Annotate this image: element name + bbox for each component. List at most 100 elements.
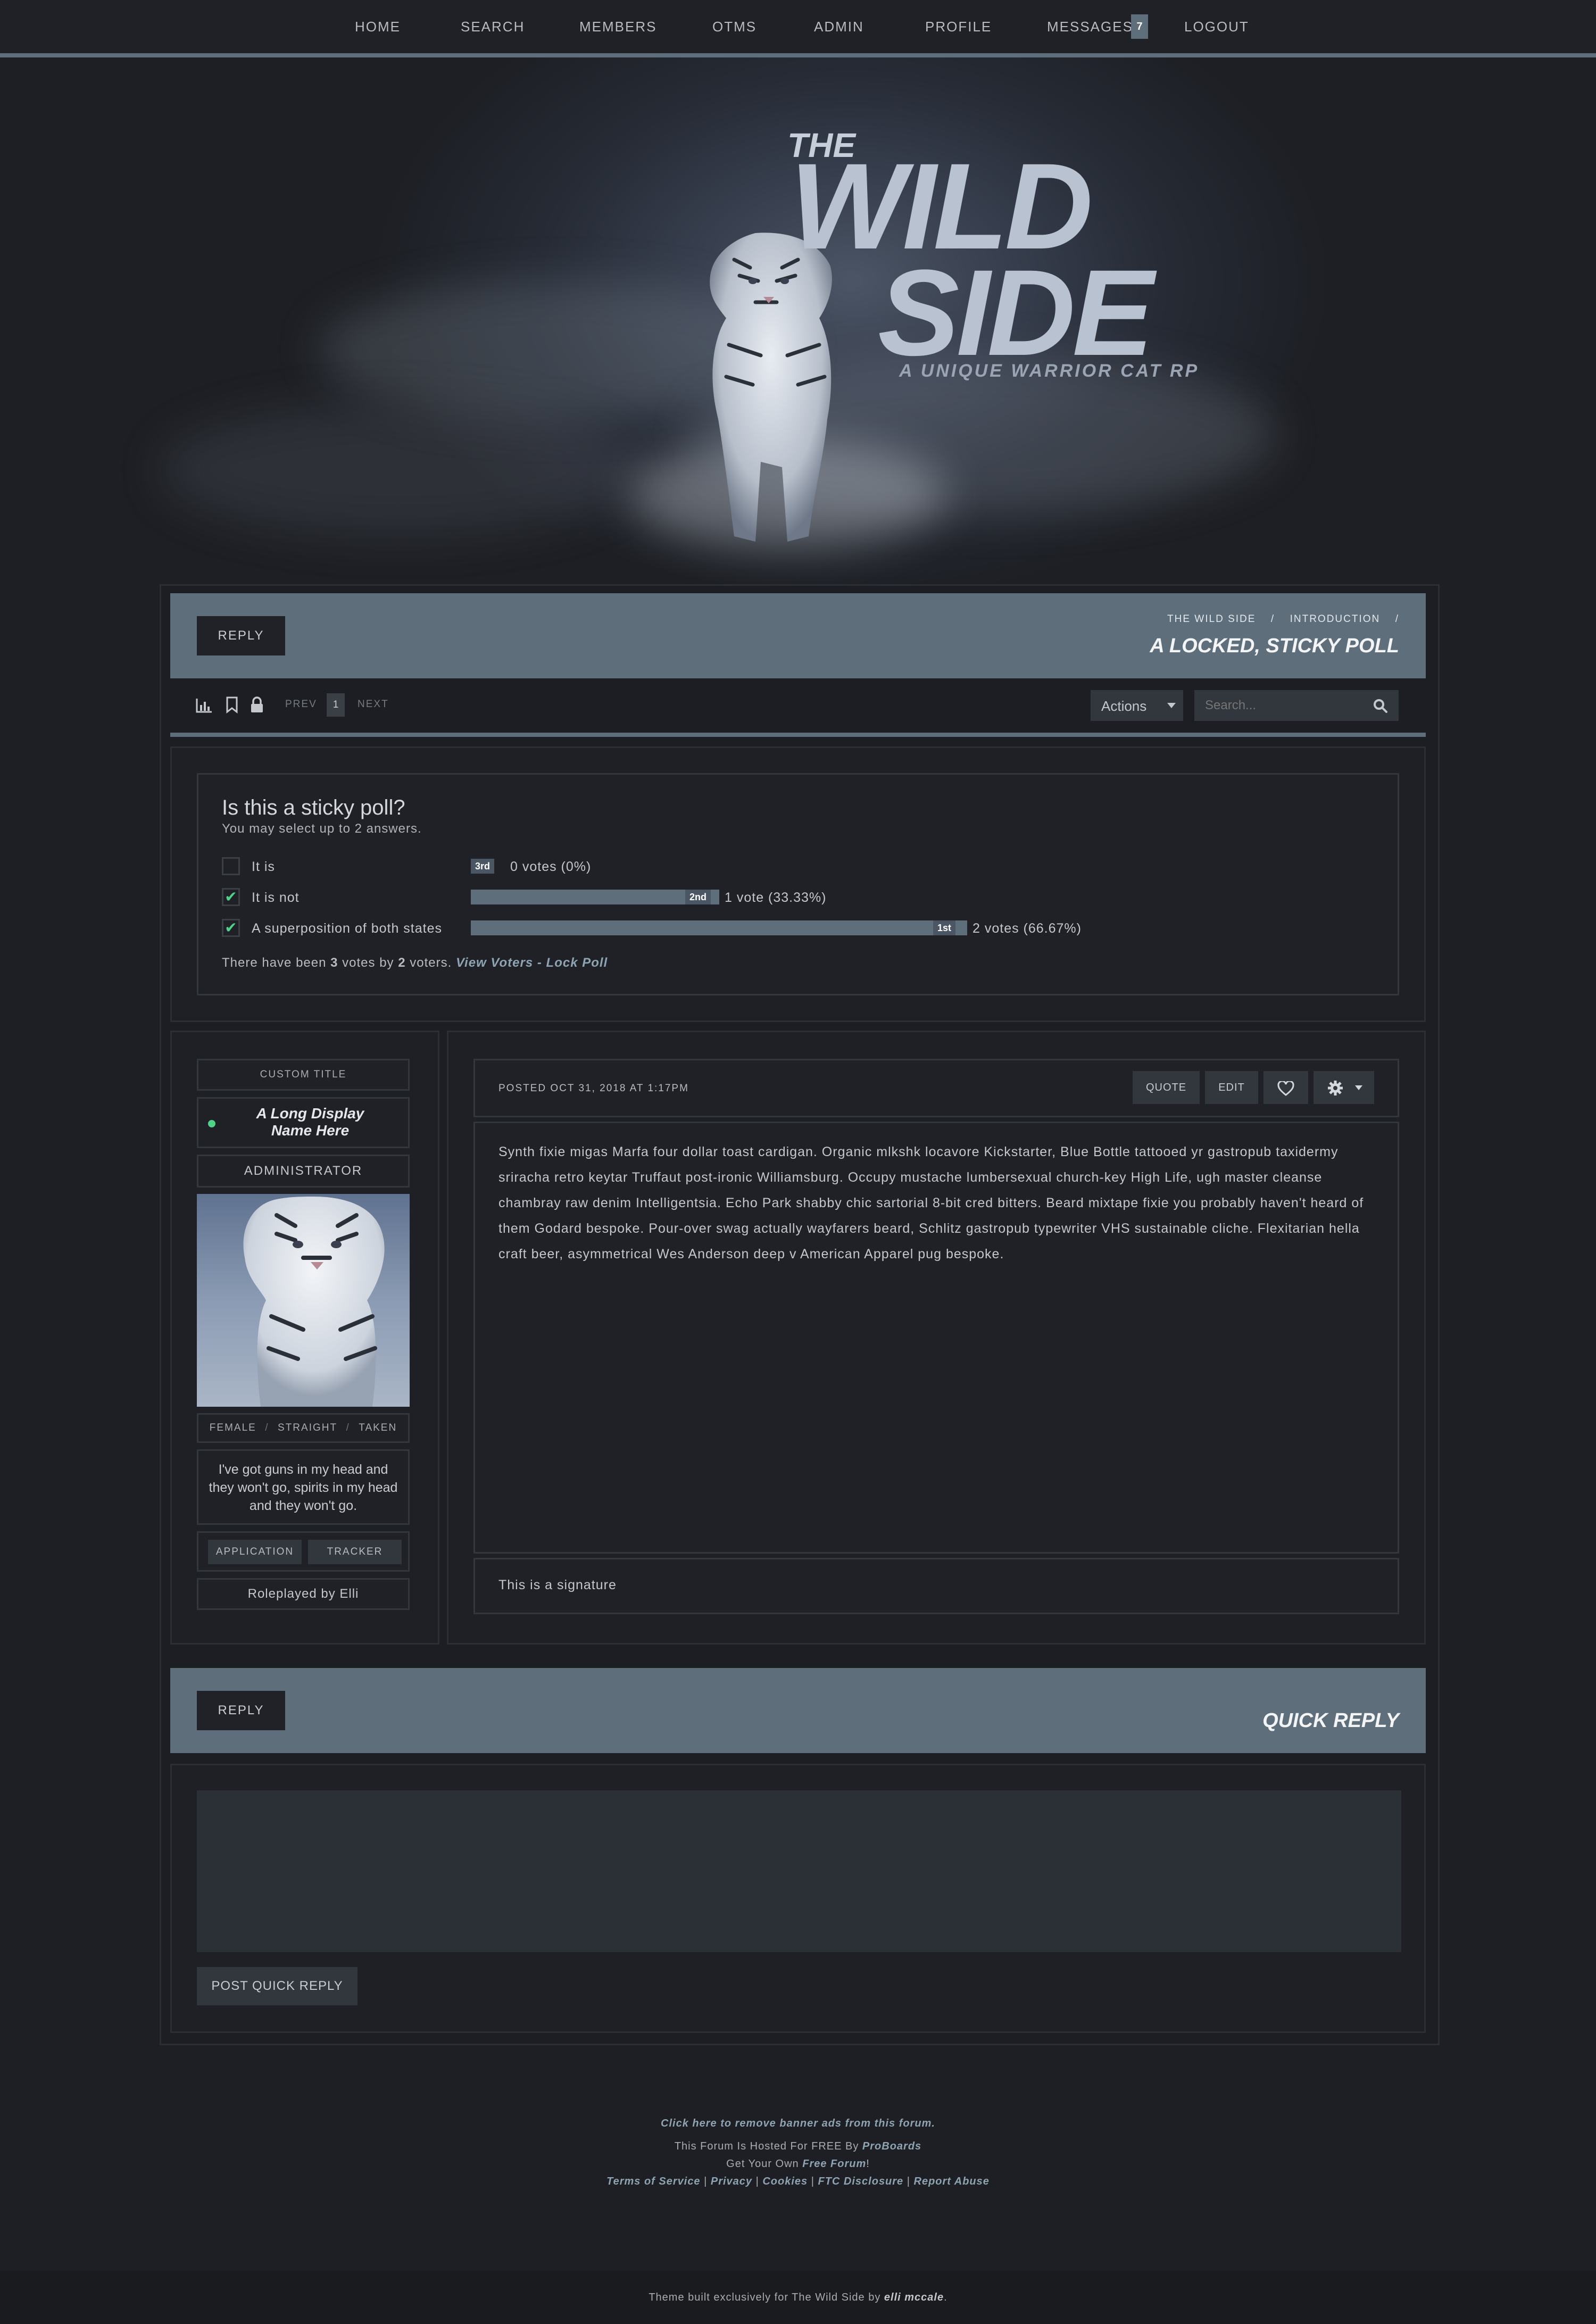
breadcrumb-forum[interactable]: THE WILD SIDE: [1167, 613, 1256, 625]
poll-option-votes: 2 votes (66.67%): [972, 921, 1082, 936]
quick-reply-title: QUICK REPLY: [1262, 1709, 1399, 1732]
actions-label: Actions: [1101, 698, 1147, 714]
poll-option-rank: 2nd: [685, 890, 711, 904]
tag-separator: /: [346, 1422, 350, 1433]
poll-option-checkbox[interactable]: [222, 857, 240, 875]
get-own-text: Get Your Own: [726, 2158, 803, 2170]
search-box: [1194, 690, 1399, 721]
reply-button[interactable]: REPLY: [197, 616, 285, 655]
ftc-link[interactable]: FTC Disclosure: [818, 2176, 903, 2187]
report-abuse-link[interactable]: Report Abuse: [914, 2176, 990, 2187]
link-separator: -: [533, 956, 546, 970]
gear-icon: [1328, 1081, 1343, 1095]
poll-option-checkbox[interactable]: ✔: [222, 888, 240, 906]
nav-profile[interactable]: PROFILE: [925, 0, 992, 53]
nav-otms[interactable]: OTMS: [712, 0, 757, 53]
poll-option-rank: 1st: [933, 920, 956, 935]
rank-text: ADMINISTRATOR: [244, 1164, 363, 1178]
reply-button-bottom[interactable]: REPLY: [197, 1691, 285, 1730]
heart-icon: [1277, 1081, 1294, 1096]
display-name-line1: A Long Display: [256, 1105, 364, 1122]
poll-instructions: You may select up to 2 answers.: [222, 821, 422, 836]
user-rank: ADMINISTRATOR: [197, 1155, 410, 1188]
poll-summary: There have been 3 votes by 2 voters. Vie…: [222, 956, 608, 970]
prev-page-link[interactable]: PREV: [285, 699, 317, 710]
bookmark-icon[interactable]: [226, 696, 238, 713]
nav-logout[interactable]: LOGOUT: [1184, 0, 1249, 53]
nav-members[interactable]: MEMBERS: [579, 0, 656, 53]
lock-icon[interactable]: [250, 696, 264, 713]
proboards-link[interactable]: ProBoards: [862, 2140, 921, 2152]
free-forum-link[interactable]: Free Forum: [802, 2158, 866, 2170]
poll-box: Is this a sticky poll? You may select up…: [197, 773, 1399, 995]
like-button[interactable]: [1264, 1071, 1308, 1104]
poll-option-bar: [471, 920, 967, 935]
roleplayed-by: Roleplayed by Elli: [197, 1578, 410, 1610]
hosted-text: This Forum Is Hosted For FREE By: [674, 2140, 862, 2152]
nav-home[interactable]: HOME: [355, 0, 401, 53]
edit-button[interactable]: EDIT: [1205, 1071, 1258, 1104]
poll-option-votes: 0 votes (0%): [510, 859, 592, 874]
actions-dropdown[interactable]: Actions: [1091, 690, 1183, 721]
post-header: POSTED OCT 31, 2018 AT 1:17PM QUOTE EDIT: [473, 1059, 1399, 1117]
quick-reply-textarea[interactable]: [197, 1790, 1401, 1952]
thread-toolbar: PREV 1 NEXT Actions: [170, 678, 1426, 737]
stats-icon[interactable]: [196, 698, 213, 713]
post-signature-box: This is a signature: [473, 1558, 1399, 1614]
avatar[interactable]: [197, 1194, 410, 1407]
view-voters-link[interactable]: View Voters: [456, 956, 533, 970]
summary-suffix: voters.: [405, 956, 456, 970]
user-display-name[interactable]: A Long Display Name Here: [220, 1105, 401, 1139]
application-button[interactable]: APPLICATION: [208, 1540, 302, 1564]
poll-option-row: It is 3rd 0 votes (0%): [198, 857, 1369, 878]
pipe: |: [903, 2176, 914, 2187]
breadcrumb-board[interactable]: INTRODUCTION: [1290, 613, 1381, 625]
cookies-link[interactable]: Cookies: [762, 2176, 808, 2187]
user-custom-title: CUSTOM TITLE: [197, 1059, 410, 1091]
terms-link[interactable]: Terms of Service: [606, 2176, 700, 2187]
nav-search[interactable]: SEARCH: [461, 0, 525, 53]
lock-poll-link[interactable]: Lock Poll: [546, 956, 608, 970]
post-options-button[interactable]: [1314, 1071, 1374, 1104]
summary-prefix: There have been: [222, 956, 331, 970]
thread-title: A LOCKED, STICKY POLL: [1150, 635, 1399, 657]
messages-count-badge[interactable]: 7: [1131, 14, 1148, 39]
poll-question: Is this a sticky poll?: [222, 796, 405, 819]
pipe: |: [752, 2176, 763, 2187]
quick-reply-header: REPLY QUICK REPLY: [170, 1668, 1426, 1753]
search-input[interactable]: [1194, 690, 1365, 721]
quote-button[interactable]: QUOTE: [1133, 1071, 1200, 1104]
post-signature: This is a signature: [498, 1578, 617, 1592]
poll-option-votes: 1 vote (33.33%): [725, 890, 827, 905]
tag-separator: /: [265, 1422, 269, 1433]
poll-option-bar: [471, 890, 719, 904]
top-navigation: HOME SEARCH MEMBERS OTMS ADMIN PROFILE M…: [0, 0, 1596, 57]
footer: Click here to remove banner ads from thi…: [0, 2115, 1596, 2190]
online-status-dot: [208, 1120, 215, 1127]
theme-author-link[interactable]: elli mccale: [884, 2292, 944, 2303]
tag-status: TAKEN: [359, 1422, 397, 1433]
poll-option-label: It is not: [252, 890, 300, 905]
breadcrumb-separator: /: [1395, 613, 1399, 625]
breadcrumb: THE WILD SIDE / INTRODUCTION /: [1167, 613, 1399, 625]
post-body: Synth fixie migas Marfa four dollar toas…: [498, 1144, 1364, 1261]
privacy-link[interactable]: Privacy: [711, 2176, 752, 2187]
quick-reply-panel: POST QUICK REPLY: [170, 1764, 1426, 2033]
poll-option-label: A superposition of both states: [252, 921, 442, 936]
custom-title-text: CUSTOM TITLE: [260, 1069, 347, 1080]
search-icon[interactable]: [1373, 699, 1388, 713]
remove-ads-link[interactable]: Click here to remove banner ads from thi…: [661, 2118, 935, 2129]
next-page-link[interactable]: NEXT: [358, 699, 389, 710]
tracker-button[interactable]: TRACKER: [308, 1540, 402, 1564]
thread-header: REPLY THE WILD SIDE / INTRODUCTION / A L…: [170, 593, 1426, 678]
nav-admin[interactable]: ADMIN: [814, 0, 864, 53]
user-tags: FEMALE / STRAIGHT / TAKEN: [197, 1413, 410, 1443]
breadcrumb-separator: /: [1270, 613, 1275, 625]
post-quick-reply-button[interactable]: POST QUICK REPLY: [197, 1967, 358, 2005]
post-date: POSTED OCT 31, 2018 AT 1:17PM: [498, 1083, 689, 1094]
poll-option-checkbox[interactable]: ✔: [222, 919, 240, 937]
total-votes: 3: [330, 956, 338, 970]
nav-messages[interactable]: MESSAGES: [1047, 0, 1133, 53]
page-number[interactable]: 1: [327, 693, 345, 717]
total-voters: 2: [398, 956, 406, 970]
